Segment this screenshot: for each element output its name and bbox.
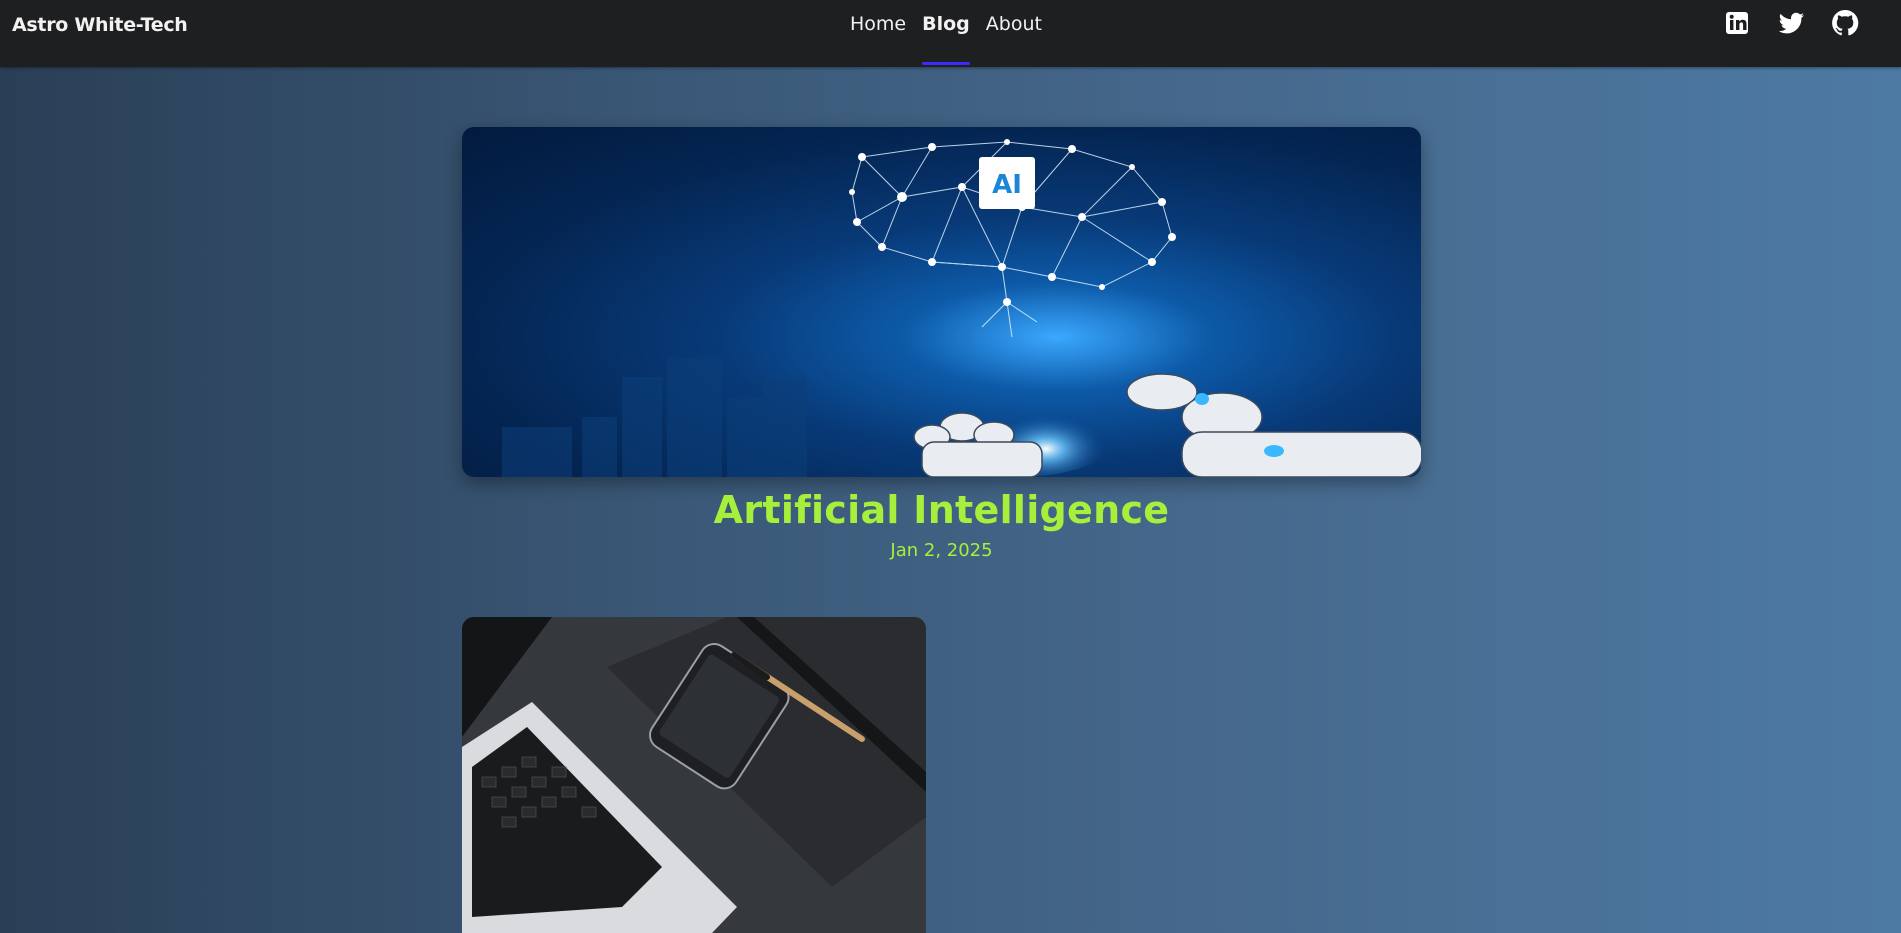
post-cover-image-ai[interactable]: AI xyxy=(462,127,1421,477)
post-cover-image-workspace[interactable] xyxy=(462,617,926,933)
linkedin-icon[interactable] xyxy=(1721,7,1753,39)
github-icon[interactable] xyxy=(1829,7,1861,39)
main-nav: Home Blog About xyxy=(842,0,1050,67)
site-brand[interactable]: Astro White-Tech xyxy=(12,14,188,36)
nav-home-link[interactable]: Home xyxy=(842,0,914,67)
nav-blog-link[interactable]: Blog xyxy=(914,0,978,67)
ai-chip-label: AI xyxy=(992,170,1022,200)
social-links xyxy=(1721,7,1861,39)
twitter-icon[interactable] xyxy=(1775,7,1807,39)
top-navbar: Astro White-Tech Home Blog About xyxy=(0,0,1901,67)
nav-about-link[interactable]: About xyxy=(978,0,1050,67)
post-title[interactable]: Artificial Intelligence xyxy=(462,488,1421,532)
post-date: Jan 2, 2025 xyxy=(890,540,993,561)
